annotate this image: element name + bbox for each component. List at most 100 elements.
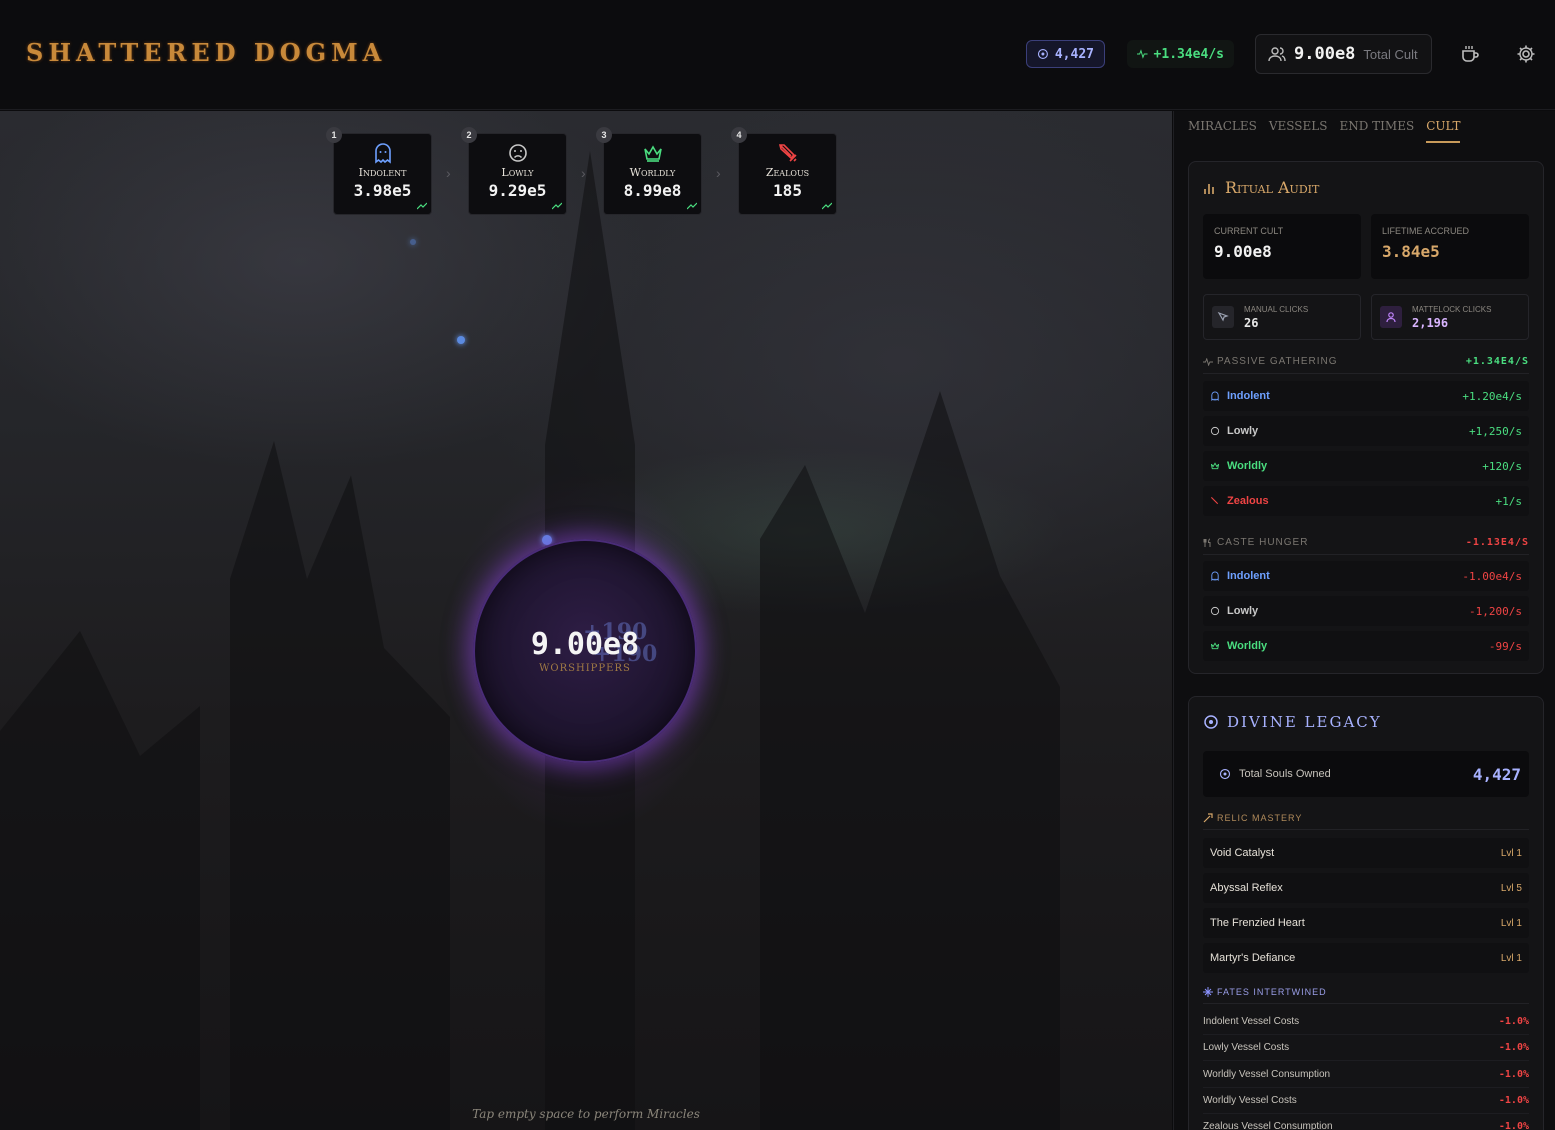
crown-icon [1210, 642, 1220, 650]
rate-value: +1.34e4/s [1153, 46, 1224, 62]
fate-value: -1.0% [1498, 1069, 1529, 1080]
chevron-right-icon: › [716, 165, 721, 181]
relic-icon [1203, 813, 1213, 823]
fates-intertwined-header: FATES INTERTWINED [1203, 987, 1529, 1004]
passive-row-zealous: Zealous +1/s [1203, 486, 1529, 516]
fate-row: Lowly Vessel Costs -1.0% [1203, 1035, 1529, 1061]
caste-card-lowly[interactable]: 2 Lowly 9.29e5 [461, 127, 567, 215]
soul-particle [457, 336, 465, 344]
mini-value: 26 [1244, 315, 1259, 330]
mini-label: MANUAL CLICKS [1244, 304, 1309, 314]
relic-name: Void Catalyst [1210, 847, 1275, 859]
tab-vessels[interactable]: VESSELS [1269, 119, 1328, 143]
cursor-icon [1212, 306, 1234, 328]
soul-icon [1219, 768, 1231, 780]
section-label: RELIC MASTERY [1217, 813, 1303, 823]
lifetime-accrued-stat: LIFETIME ACCRUED 3.84e5 [1371, 214, 1529, 279]
sword-icon [1210, 496, 1219, 505]
caste-card-zealous[interactable]: 4 Zealous 185 [731, 127, 837, 215]
caste-name: Worldly [629, 166, 676, 179]
gear-icon[interactable] [1516, 44, 1536, 64]
caste-number: 1 [326, 127, 342, 143]
tab-end-times[interactable]: END TIMES [1339, 119, 1414, 143]
section-label: CASTE HUNGER [1217, 537, 1309, 548]
fate-value: -1.0% [1498, 1095, 1529, 1106]
sword-icon [778, 144, 797, 162]
caste-number: 4 [731, 127, 747, 143]
section-label: PASSIVE GATHERING [1217, 356, 1338, 367]
soul-particle [410, 239, 416, 245]
fate-name: Worldly Vessel Consumption [1203, 1069, 1331, 1080]
fate-value: -1.0% [1498, 1042, 1529, 1053]
utensils-icon [1203, 538, 1211, 547]
fate-row: Zealous Vessel Consumption -1.0% [1203, 1114, 1529, 1130]
fate-name: Zealous Vessel Consumption [1203, 1121, 1333, 1130]
mini-value: 2,196 [1412, 315, 1449, 330]
tab-miracles[interactable]: MIRACLES [1188, 119, 1257, 143]
row-value: -1,200/s [1469, 604, 1522, 618]
ghost-icon [1211, 391, 1219, 401]
hunger-row-indolent: Indolent -1.00e4/s [1203, 561, 1529, 591]
passive-total: +1.34E4/S [1465, 356, 1529, 367]
frown-icon [1210, 606, 1220, 616]
users-icon [1268, 47, 1286, 62]
ritual-audit-card: Ritual Audit CURRENT CULT 9.00e8 LIFETIM… [1188, 161, 1544, 674]
passive-row-worldly: Worldly +120/s [1203, 451, 1529, 481]
user-icon [1380, 306, 1402, 328]
coffee-icon[interactable] [1460, 44, 1480, 64]
caste-card-worldly[interactable]: 3 Worldly 8.99e8 [596, 127, 702, 215]
row-label: Worldly [1227, 460, 1268, 472]
row-value: +1.20e4/s [1462, 389, 1522, 403]
total-souls-owned: Total Souls Owned 4,427 [1203, 751, 1529, 797]
trend-up-icon [417, 202, 427, 210]
row-value: +1,250/s [1469, 424, 1522, 438]
game-logo: SHATTERED DOGMA [26, 38, 387, 67]
frown-icon [508, 144, 527, 162]
caste-number: 2 [461, 127, 477, 143]
fate-name: Worldly Vessel Costs [1203, 1095, 1297, 1106]
caste-name: Zealous [765, 166, 810, 179]
relic-row: Void Catalyst Lvl 1 [1203, 838, 1529, 868]
bar-chart-icon [1204, 183, 1214, 194]
stat-value: 9.00e8 [1214, 242, 1272, 261]
row-value: +120/s [1482, 459, 1522, 473]
top-bar: SHATTERED DOGMA 4,427 +1.34e4/s 9.00e8 T… [0, 0, 1555, 110]
ghost-icon [374, 143, 391, 164]
relic-name: Martyr's Defiance [1210, 952, 1296, 964]
relic-level: Lvl 1 [1500, 952, 1522, 964]
relic-row: The Frenzied Heart Lvl 1 [1203, 908, 1529, 938]
mini-label: MATTELOCK CLICKS [1412, 304, 1492, 314]
soul-icon [1204, 715, 1218, 729]
caste-value: 8.99e8 [623, 181, 682, 200]
tab-cult[interactable]: CULT [1426, 119, 1461, 143]
hunger-total: -1.13E4/S [1465, 537, 1529, 548]
relic-name: The Frenzied Heart [1210, 917, 1305, 929]
hunger-row-lowly: Lowly -1,200/s [1203, 596, 1529, 626]
section-label: FATES INTERTWINED [1217, 987, 1327, 997]
soul-icon [1037, 48, 1048, 60]
worshipper-count: 9.00e8 [530, 627, 640, 662]
worshipper-label: WORSHIPPERS [539, 663, 631, 674]
side-panel: MIRACLES VESSELS END TIMES CULT Ritual A… [1173, 111, 1555, 1130]
cathedral-far-left [0, 631, 200, 1130]
relic-row: Abyssal Reflex Lvl 5 [1203, 873, 1529, 903]
fate-row: Worldly Vessel Consumption -1.0% [1203, 1062, 1529, 1088]
miracle-hint: Tap empty space to perform Miracles [472, 1107, 700, 1121]
row-value: -1.00e4/s [1462, 569, 1522, 583]
crown-icon [1210, 462, 1220, 470]
worshipper-orb[interactable]: +190 +190 9.00e8 WORSHIPPERS [473, 539, 697, 763]
pulse-icon [1137, 49, 1148, 59]
caste-card-indolent[interactable]: 1 Indolent 3.98e5 [326, 127, 432, 215]
row-label: Zealous [1227, 495, 1269, 507]
row-label: Indolent [1227, 570, 1270, 582]
trend-up-icon [687, 202, 697, 210]
divine-legacy-title: DIVINE LEGACY [1203, 713, 1382, 731]
crown-icon [643, 145, 662, 162]
mattelock-clicks-stat: MATTELOCK CLICKS 2,196 [1371, 294, 1529, 340]
stat-label: CURRENT CULT [1214, 226, 1284, 236]
stat-label: LIFETIME ACCRUED [1382, 226, 1470, 236]
game-scene[interactable]: 1 Indolent 3.98e5 › 2 Lowly 9.29e5 › 3 W… [0, 111, 1172, 1130]
relic-name: Abyssal Reflex [1210, 882, 1283, 894]
owned-label: Total Souls Owned [1239, 768, 1331, 780]
fate-name: Lowly Vessel Costs [1203, 1042, 1290, 1053]
